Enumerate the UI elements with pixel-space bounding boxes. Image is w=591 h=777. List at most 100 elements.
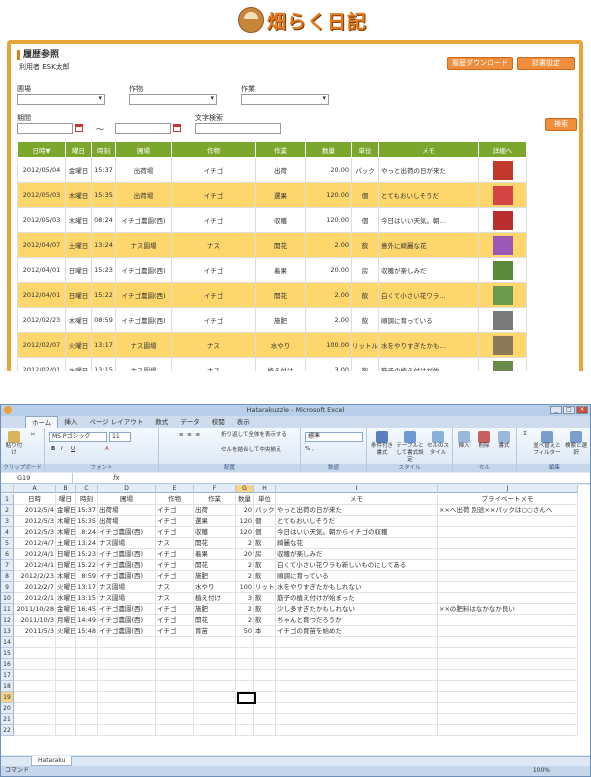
grid-cell[interactable]: 飲	[254, 560, 276, 571]
grid-cell[interactable]	[56, 725, 76, 736]
calendar-icon[interactable]	[75, 124, 83, 132]
row-header[interactable]: 4	[1, 527, 14, 538]
grid-cell[interactable]	[76, 648, 98, 659]
grid-cell[interactable]: 房	[254, 549, 276, 560]
grid-cell[interactable]	[56, 648, 76, 659]
delete-cells-button[interactable]: 削除	[475, 431, 493, 450]
grid-cell[interactable]	[98, 692, 156, 703]
ribbon-tab[interactable]: 数式	[149, 416, 174, 428]
grid-cell[interactable]	[56, 714, 76, 725]
row-header[interactable]: 22	[1, 725, 14, 736]
grid-cell[interactable]	[276, 692, 438, 703]
grid-cell[interactable]: 120	[236, 516, 254, 527]
table-header-cell[interactable]: 日時▼	[17, 141, 66, 158]
ribbon-tab[interactable]: 表示	[231, 416, 256, 428]
grid-cell[interactable]: 2012/4/1	[14, 549, 56, 560]
grid-cell[interactable]	[76, 670, 98, 681]
grid-cell[interactable]: 金曜日	[56, 604, 76, 615]
grid-cell[interactable]: 2011/10/28	[14, 604, 56, 615]
grid-cell[interactable]	[194, 725, 236, 736]
text-search-input[interactable]	[195, 123, 281, 134]
row-header[interactable]: 7	[1, 560, 14, 571]
grid-cell[interactable]	[254, 725, 276, 736]
grid-cell[interactable]: ××の肥料はなかなか良い	[438, 604, 578, 615]
grid-cell[interactable]	[14, 637, 56, 648]
grid-cell[interactable]: 飲	[254, 538, 276, 549]
row-header[interactable]: 5	[1, 538, 14, 549]
sheet-tab[interactable]: Hataraku	[31, 756, 73, 766]
grid-cell[interactable]	[438, 714, 578, 725]
table-format-button[interactable]: テーブルとして書式設定	[396, 431, 424, 464]
grid-cell[interactable]: 飲	[254, 571, 276, 582]
grid-cell[interactable]: ナス園場	[98, 582, 156, 593]
grid-cell[interactable]	[254, 648, 276, 659]
minimize-icon[interactable]: _	[550, 406, 562, 414]
field-select[interactable]	[17, 94, 105, 105]
grid-cell[interactable]: 2012/4/7	[14, 538, 56, 549]
grid-cell[interactable]: イチゴ	[156, 615, 194, 626]
grid-cell[interactable]	[56, 670, 76, 681]
thumbnail-photo[interactable]	[492, 360, 513, 371]
grid-cell[interactable]	[156, 692, 194, 703]
grid-cell[interactable]: 育苗	[194, 626, 236, 637]
detail-cell[interactable]	[478, 307, 527, 333]
grid-cell[interactable]	[236, 681, 254, 692]
grid-cell[interactable]	[14, 659, 56, 670]
number-format-select[interactable]: 標準	[305, 432, 363, 442]
grid-cell[interactable]	[438, 637, 578, 648]
grid-cell[interactable]	[76, 714, 98, 725]
grid-cell[interactable]: 飲	[254, 604, 276, 615]
grid-cell[interactable]	[194, 692, 236, 703]
grid-cell[interactable]	[76, 725, 98, 736]
grid-cell[interactable]	[236, 659, 254, 670]
wrap-text-button[interactable]: 折り返して全体を表示する	[221, 432, 299, 439]
select-all-corner[interactable]	[1, 485, 14, 493]
table-row[interactable]: 2012/04/01 日曜日 15:23 イチゴ農園(西) イチゴ 着果 20.00 房収穫が…	[17, 257, 527, 283]
grid-cell[interactable]	[98, 725, 156, 736]
grid-cell[interactable]: 個	[254, 516, 276, 527]
column-header[interactable]: G	[236, 485, 254, 493]
zoom-level[interactable]: 100%	[533, 766, 550, 776]
row-header[interactable]: 6	[1, 549, 14, 560]
grid-cell[interactable]: 3	[236, 593, 254, 604]
thumbnail-photo[interactable]	[492, 210, 513, 230]
thumbnail-photo[interactable]	[492, 185, 513, 205]
grid-cell[interactable]	[98, 714, 156, 725]
grid-cell[interactable]	[276, 714, 438, 725]
thumbnail-photo[interactable]	[492, 335, 513, 355]
grid-cell[interactable]: 白くて小さい花ワラも新しいものにしてある	[276, 560, 438, 571]
grid-cell[interactable]: イチゴ	[156, 560, 194, 571]
grid-cell[interactable]	[438, 516, 578, 527]
grid-cell[interactable]: メモ	[276, 494, 438, 505]
grid-cell[interactable]	[156, 637, 194, 648]
grid-cell[interactable]	[438, 681, 578, 692]
font-size-select[interactable]: 11	[109, 432, 131, 442]
ribbon-tab[interactable]: ページ レイアウト	[83, 416, 149, 428]
grid-cell[interactable]	[254, 637, 276, 648]
grid-cell[interactable]: 木曜日	[56, 571, 76, 582]
row-header[interactable]: 18	[1, 681, 14, 692]
grid-cell[interactable]	[98, 670, 156, 681]
grid-cell[interactable]	[156, 681, 194, 692]
merge-center-button[interactable]: セルを結合して中央揃え	[221, 447, 299, 454]
grid-cell[interactable]	[76, 692, 98, 703]
grid-cell[interactable]	[438, 725, 578, 736]
grid-cell[interactable]: プライベートメモ	[438, 494, 578, 505]
row-header[interactable]: 9	[1, 582, 14, 593]
column-header[interactable]: I	[276, 485, 438, 493]
grid-cell[interactable]	[276, 703, 438, 714]
grid-cell[interactable]	[76, 681, 98, 692]
grid-cell[interactable]: イチゴの育苗を始めた	[276, 626, 438, 637]
grid-cell[interactable]: 木曜日	[56, 527, 76, 538]
grid-cell[interactable]	[156, 714, 194, 725]
grid-cell[interactable]: リットル	[254, 582, 276, 593]
grid-cell[interactable]: ナス	[156, 538, 194, 549]
grid-cell[interactable]: イチゴ	[156, 604, 194, 615]
grid-cell[interactable]: 出荷場	[98, 516, 156, 527]
column-header[interactable]: B	[56, 485, 76, 493]
grid-cell[interactable]: 2012/2/23	[14, 571, 56, 582]
row-header[interactable]: 16	[1, 659, 14, 670]
grid-cell[interactable]	[194, 714, 236, 725]
row-header[interactable]: 15	[1, 648, 14, 659]
detail-cell[interactable]	[478, 157, 527, 183]
